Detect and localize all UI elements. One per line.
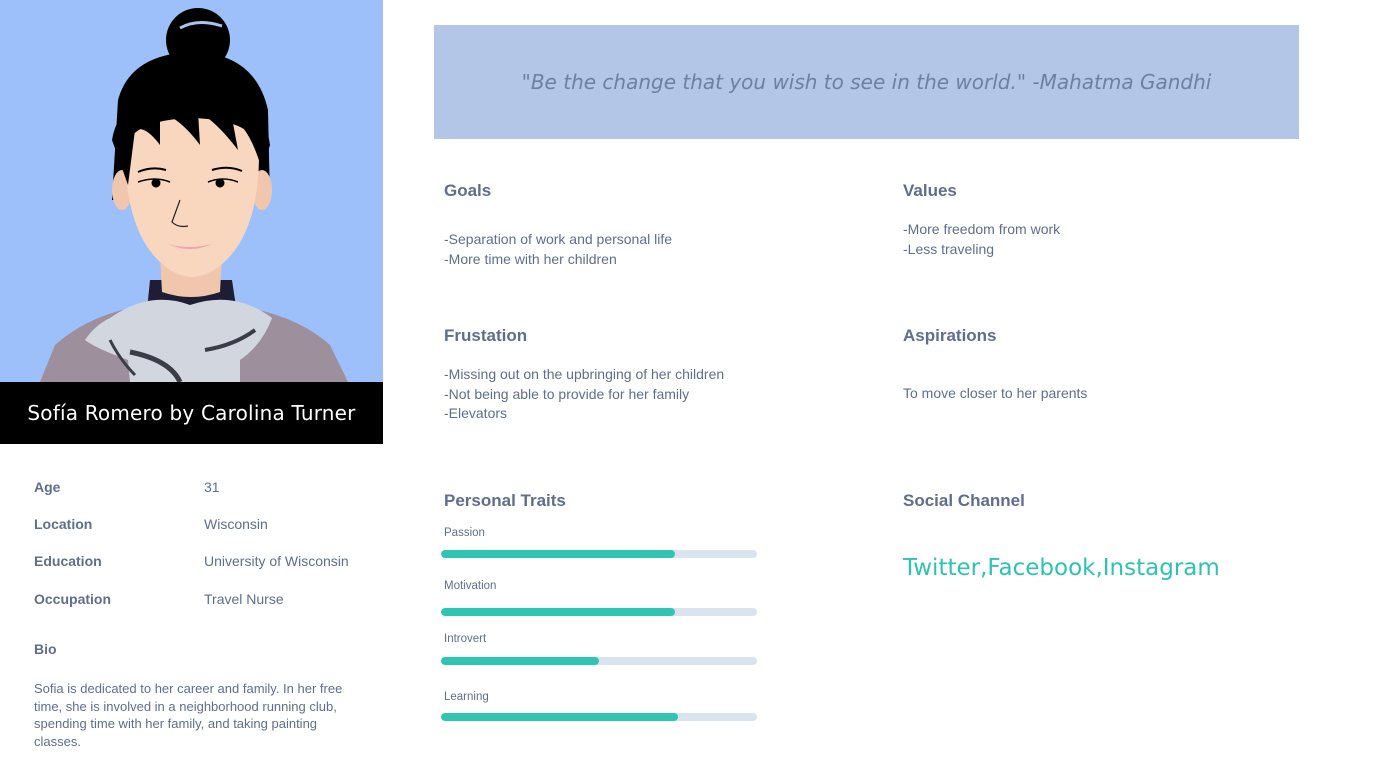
bio-text: Sofia is dedicated to her career and fam… <box>34 681 343 749</box>
trait-label-motivation: Motivation <box>444 580 497 592</box>
social-title: Social Channel <box>903 491 1025 510</box>
frustration-item: -Not being able to provide for her famil… <box>444 385 690 402</box>
persona-panel: Sofía Romero by Carolina Turner Age 31 L… <box>0 0 383 773</box>
location-label: Location <box>34 516 93 532</box>
aspirations-item: To move closer to her parents <box>903 385 1088 401</box>
values-list: -More freedom from work -Less traveling <box>903 220 1060 259</box>
goals-title: Goals <box>444 181 492 200</box>
persona-name: Sofía Romero by Carolina Turner <box>0 382 383 444</box>
values-title: Values <box>903 181 957 200</box>
persona-avatar-illustration <box>0 0 383 382</box>
trait-bar-introvert <box>441 657 757 665</box>
frustration-item: -Missing out on the upbringing of her ch… <box>444 366 725 382</box>
social-channels: Twitter,Facebook,Instagram <box>903 555 1220 581</box>
trait-fill <box>441 550 675 558</box>
trait-fill <box>441 713 678 721</box>
bio-label: Bio <box>34 641 57 657</box>
trait-label-passion: Passion <box>444 527 485 539</box>
values-item: -Less traveling <box>903 240 995 257</box>
trait-bar-learning <box>441 713 757 721</box>
trait-fill <box>441 657 599 665</box>
aspirations-title: Aspirations <box>903 326 997 345</box>
trait-bar-motivation <box>441 608 757 616</box>
trait-label-learning: Learning <box>444 691 489 703</box>
frustration-list: -Missing out on the upbringing of her ch… <box>444 365 724 424</box>
goals-item: -More time with her children <box>444 250 617 267</box>
goals-list: -Separation of work and personal life -M… <box>444 230 672 269</box>
aspirations-list: To move closer to her parents <box>903 384 1087 404</box>
frustration-title: Frustation <box>444 326 528 345</box>
woman-portrait-icon <box>40 8 348 382</box>
traits-title: Personal Traits <box>444 491 566 510</box>
age-value: 31 <box>204 479 220 495</box>
occupation-label: Occupation <box>34 591 112 607</box>
age-label: Age <box>34 479 61 495</box>
frustration-item: -Elevators <box>444 405 508 421</box>
education-value: University of Wisconsin <box>204 553 349 569</box>
trait-bar-passion <box>441 550 757 558</box>
location-value: Wisconsin <box>204 516 268 532</box>
occupation-value: Travel Nurse <box>204 591 284 607</box>
goals-item: -Separation of work and personal life <box>444 231 673 247</box>
trait-label-introvert: Introvert <box>444 633 487 645</box>
quote-banner: "Be the change that you wish to see in t… <box>434 25 1299 139</box>
trait-fill <box>441 608 675 616</box>
values-item: -More freedom from work <box>903 221 1061 237</box>
quote-text: "Be the change that you wish to see in t… <box>521 70 1212 94</box>
education-label: Education <box>34 553 102 569</box>
